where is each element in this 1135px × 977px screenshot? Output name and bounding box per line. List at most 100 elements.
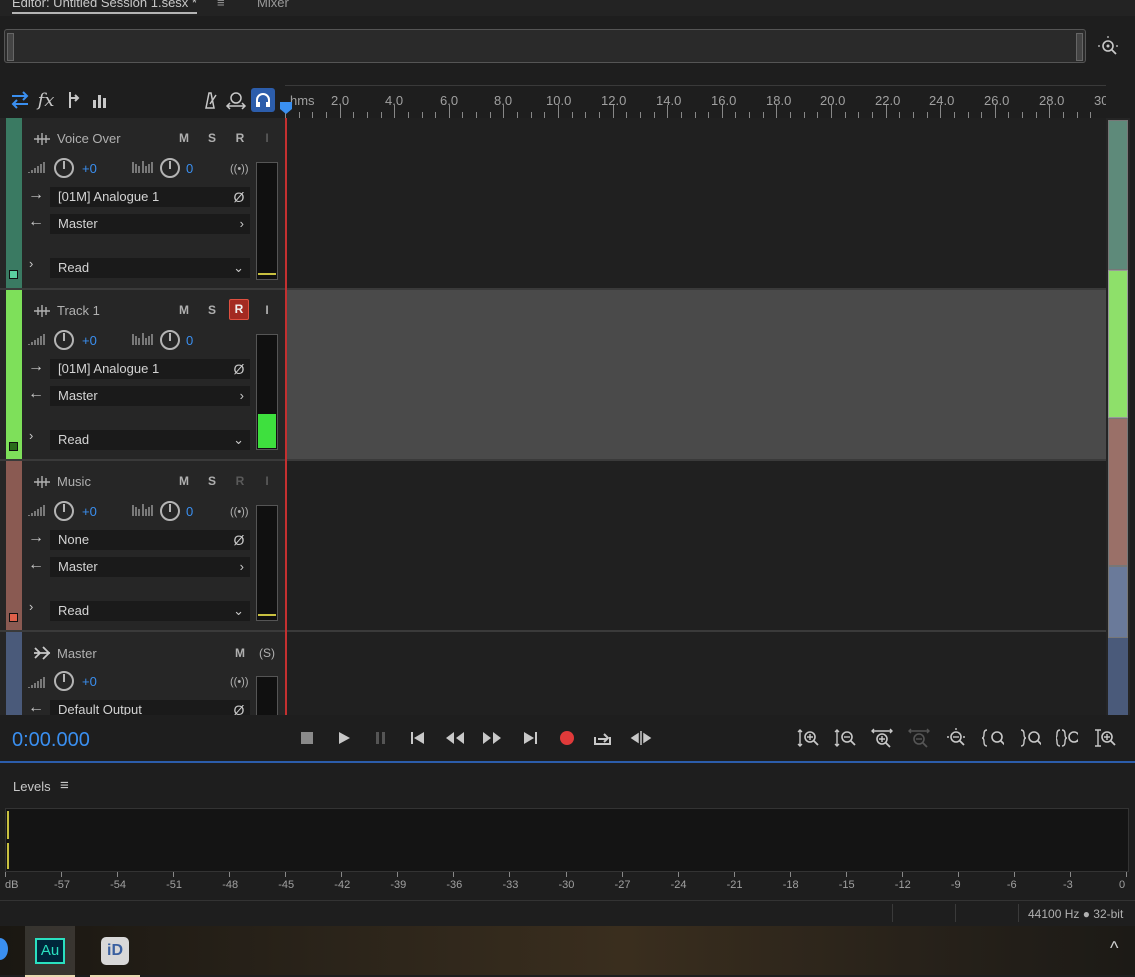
tab-mixer[interactable]: Mixer <box>257 0 289 10</box>
input-monitor-button[interactable]: I <box>258 303 276 317</box>
input-monitor-button[interactable]: I <box>258 474 276 488</box>
output-select[interactable]: Master › <box>50 386 250 406</box>
track-color-bar[interactable] <box>6 290 22 459</box>
output-select[interactable]: Master › <box>50 557 250 577</box>
volume-value[interactable]: +0 <box>82 333 97 348</box>
play-loop-button[interactable] <box>592 727 614 749</box>
input-monitor-button[interactable]: I <box>258 131 276 145</box>
track-lane-master[interactable] <box>285 632 1106 715</box>
phase-invert-button[interactable]: Ø <box>228 530 250 550</box>
input-select[interactable]: [01M] Analogue 1› <box>50 187 250 207</box>
skip-selection-button[interactable] <box>630 727 652 749</box>
vertical-track-scrollbar[interactable] <box>1106 118 1130 715</box>
pause-button[interactable] <box>370 727 392 749</box>
playhead-marker-icon[interactable] <box>279 101 293 115</box>
stop-button[interactable] <box>296 727 318 749</box>
expand-chevron-icon[interactable]: › <box>29 428 33 443</box>
track-name[interactable]: Voice Over <box>57 131 121 146</box>
panel-menu-icon[interactable]: ≡ <box>217 0 225 10</box>
solo-button[interactable]: S <box>203 474 221 488</box>
time-display[interactable]: 0:00.000 <box>12 729 90 752</box>
track-color-bar[interactable] <box>6 632 22 715</box>
phase-invert-button[interactable]: Ø <box>228 359 250 379</box>
tab-editor[interactable]: Editor: Untitled Session 1.sesx * <box>12 0 197 14</box>
track-color-bar[interactable] <box>6 118 22 288</box>
mute-button[interactable]: M <box>175 131 193 145</box>
mute-button[interactable]: M <box>175 474 193 488</box>
track-header-track-1[interactable]: Track 1 M S R I +0 0 → [01M] Analogue 1›… <box>0 290 285 461</box>
rewind-button[interactable] <box>444 727 466 749</box>
input-select[interactable]: None› <box>50 530 250 550</box>
headphones-icon[interactable] <box>251 88 275 112</box>
sample-rate-status[interactable]: 44100 Hz ● 32-bit <box>1028 907 1123 921</box>
zoom-in-tracks-icon[interactable] <box>1094 727 1116 749</box>
eq-icon[interactable] <box>88 88 112 112</box>
move-to-next-button[interactable] <box>519 727 541 749</box>
pan-value[interactable]: 0 <box>186 161 193 176</box>
automation-mode-select[interactable]: Read ⌄ <box>50 601 250 621</box>
input-select[interactable]: [01M] Analogue 1› <box>50 359 250 379</box>
timeline-ruler[interactable]: hms 2.0 4.0 6.0 8.0 10.0 12.0 14.0 16.0 … <box>285 85 1106 119</box>
pan-knob[interactable] <box>160 330 180 350</box>
track-name[interactable]: Music <box>57 474 91 489</box>
phase-invert-button[interactable]: Ø <box>228 700 250 715</box>
expand-chevron-icon[interactable]: › <box>29 599 33 614</box>
zoom-out-full-icon[interactable] <box>945 727 967 749</box>
volume-value[interactable]: +0 <box>82 674 97 689</box>
track-name[interactable]: Master <box>57 646 97 661</box>
output-select[interactable]: Default Output› <box>50 700 250 715</box>
input-monitor-icon[interactable] <box>224 88 248 112</box>
pan-value[interactable]: 0 <box>186 504 193 519</box>
playhead-line[interactable] <box>285 118 287 715</box>
volume-knob[interactable] <box>54 158 74 178</box>
metronome-icon[interactable] <box>198 88 222 112</box>
monitor-signal-icon[interactable]: ((•)) <box>230 163 249 175</box>
record-arm-button[interactable]: R <box>231 131 249 145</box>
zoom-in-at-start-icon[interactable] <box>982 727 1004 749</box>
volume-value[interactable]: +0 <box>82 504 97 519</box>
pan-knob[interactable] <box>160 158 180 178</box>
taskbar-app-audition[interactable]: Au <box>25 926 75 977</box>
sends-icon[interactable] <box>62 88 86 112</box>
phase-invert-button[interactable]: Ø <box>228 187 250 207</box>
fx-icon[interactable]: fx <box>34 88 58 112</box>
zoom-out-amplitude-icon[interactable] <box>834 727 856 749</box>
levels-panel-title[interactable]: Levels <box>13 779 51 794</box>
track-lane-music[interactable] <box>285 461 1106 632</box>
record-arm-button[interactable]: R <box>229 299 249 320</box>
partial-app-icon[interactable] <box>0 938 8 960</box>
zoom-in-at-end-icon[interactable] <box>1019 727 1041 749</box>
play-button[interactable] <box>333 727 355 749</box>
volume-knob[interactable] <box>54 330 74 350</box>
track-color-bar[interactable] <box>6 461 22 630</box>
solo-safe-button[interactable]: (S) <box>258 646 276 660</box>
session-overview-bar[interactable] <box>4 29 1086 63</box>
track-color-swatch[interactable] <box>9 270 18 279</box>
track-header-master[interactable]: Master M (S) +0 ((•)) ← Default Output› … <box>0 632 285 716</box>
automation-mode-select[interactable]: Read ⌄ <box>50 258 250 278</box>
record-arm-button[interactable]: R <box>231 474 249 488</box>
volume-value[interactable]: +0 <box>82 161 97 176</box>
automation-mode-select[interactable]: Read ⌄ <box>50 430 250 450</box>
mute-button[interactable]: M <box>231 646 249 660</box>
track-lane-voice-over[interactable] <box>285 118 1106 290</box>
fast-forward-button[interactable] <box>481 727 503 749</box>
solo-button[interactable]: S <box>203 131 221 145</box>
record-button[interactable] <box>556 727 578 749</box>
volume-knob[interactable] <box>54 501 74 521</box>
output-select[interactable]: Master › <box>50 214 250 234</box>
volume-knob[interactable] <box>54 671 74 691</box>
solo-button[interactable]: S <box>203 303 221 317</box>
pan-value[interactable]: 0 <box>186 333 193 348</box>
routing-icon[interactable] <box>8 88 32 112</box>
zoom-navigator-icon[interactable] <box>1097 35 1121 59</box>
pan-knob[interactable] <box>160 501 180 521</box>
zoom-in-time-icon[interactable] <box>871 727 893 749</box>
monitor-signal-icon[interactable]: ((•)) <box>230 676 249 688</box>
tray-chevron-up-icon[interactable]: ^ <box>1110 938 1118 959</box>
panel-menu-icon[interactable]: ≡ <box>60 777 69 794</box>
track-color-swatch[interactable] <box>9 442 18 451</box>
zoom-to-selection-icon[interactable] <box>1056 727 1078 749</box>
move-to-previous-button[interactable] <box>407 727 429 749</box>
expand-chevron-icon[interactable]: › <box>29 256 33 271</box>
